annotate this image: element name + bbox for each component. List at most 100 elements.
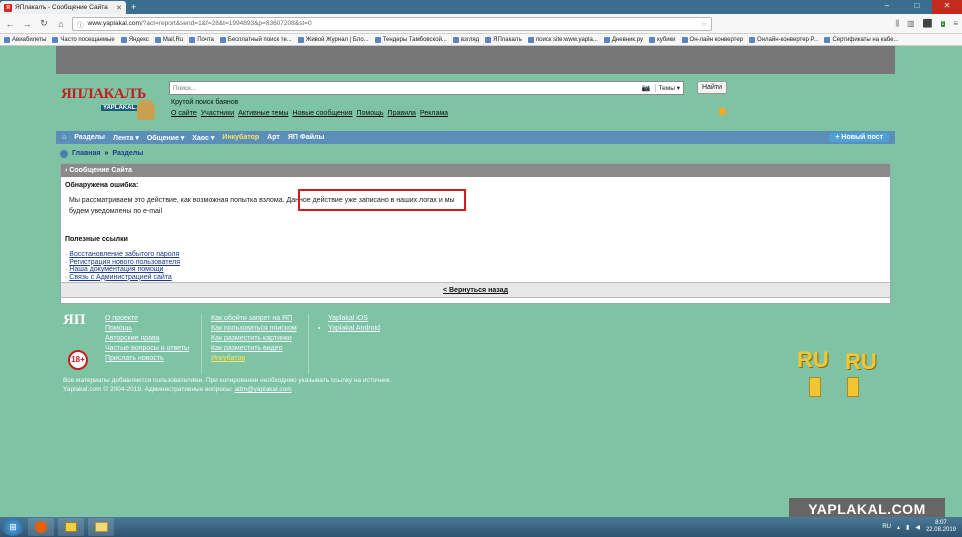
taskbar-media[interactable] (58, 518, 84, 536)
search-bar: 📷 Темы ▾ (169, 81, 684, 95)
top-link[interactable]: Активные темы (238, 110, 288, 117)
footer-link[interactable]: Как разместить видео (211, 345, 283, 352)
site-logo[interactable]: ЯПЛАКАЛЪ YAPLAKAL.COM (61, 86, 156, 122)
search-scope-select[interactable]: Темы ▾ (654, 84, 680, 92)
windows-taskbar: ⊞ RU ▴ ▮ ◀ 8:07 22.08.2019 (0, 517, 962, 537)
footer-link[interactable]: Как пользоваться поиском (211, 325, 297, 332)
language-indicator[interactable]: RU (882, 524, 891, 530)
bookmark-item[interactable]: Часто посещаемые (52, 36, 115, 43)
maximize-icon[interactable]: □ (902, 0, 932, 14)
footer-link[interactable]: Частые вопросы и ответы (105, 345, 189, 352)
bookmark-item[interactable]: ЯПлакалъ (485, 36, 522, 43)
bookmark-star-icon[interactable]: ☆ (701, 20, 707, 28)
bookmark-item[interactable]: взгляд (452, 36, 479, 43)
useful-link[interactable]: Регистрация нового пользователя (69, 259, 180, 266)
footer-link-android[interactable]: Yaplakal Android (328, 325, 380, 332)
start-button[interactable]: ⊞ (2, 518, 24, 536)
bookmark-item[interactable]: Mail.Ru (154, 36, 183, 43)
top-link[interactable]: Правила (388, 110, 416, 117)
useful-link[interactable]: Связь с Администрацией сайта (69, 274, 171, 281)
bookmark-item[interactable]: Дневник.ру (603, 36, 643, 43)
camera-icon[interactable]: 📷 (642, 84, 651, 92)
breadcrumb: Главная » Разделы (56, 147, 895, 160)
pillar-icon (847, 377, 859, 397)
bookmark-item[interactable]: Авиабилеты (4, 36, 46, 43)
footer-link-ios[interactable]: Yaplakal iOS (328, 315, 368, 322)
top-link[interactable]: Помощь (356, 110, 383, 117)
minimize-icon[interactable]: – (872, 0, 902, 14)
pillar-icon (809, 377, 821, 397)
panel-header: › Сообщение Сайта (61, 164, 890, 177)
bookmark-item[interactable]: Бесплатный поиск те... (219, 36, 292, 43)
breadcrumb-home[interactable]: Главная (72, 150, 100, 157)
bookmark-icon (681, 36, 688, 43)
taskbar-explorer[interactable] (88, 518, 114, 536)
useful-link[interactable]: Наша документация помощи (69, 266, 163, 273)
bookmark-item[interactable]: Почта (189, 36, 214, 43)
bookmark-item[interactable]: Онлайн-конвертер Р... (749, 36, 818, 43)
footer-link[interactable]: Как обойти запрет на ЯП (211, 315, 292, 322)
tab-close-icon[interactable]: ✕ (116, 4, 122, 12)
bookmark-item[interactable]: Тендеры Тамбовской... (374, 36, 447, 43)
info-icon[interactable]: ⓘ (77, 19, 84, 29)
useful-link[interactable]: Восстановление забытого пароля (69, 251, 179, 258)
library-icon[interactable]: ⫼ (895, 19, 899, 29)
nav-item[interactable]: Общение ▾ (147, 134, 184, 142)
admin-email-link[interactable]: adm@yaplakal.com (234, 386, 291, 393)
address-bar[interactable]: ⓘ www.yaplakal.com/?act=report&send=1&f=… (72, 16, 712, 31)
top-link[interactable]: О сайте (171, 110, 197, 117)
new-post-button[interactable]: + Новый пост (829, 133, 889, 142)
bookmark-icon (749, 36, 756, 43)
top-link[interactable]: Реклама (420, 110, 448, 117)
menu-icon[interactable]: ≡ (953, 19, 958, 28)
home-nav-icon[interactable]: ⌂ (62, 134, 66, 141)
nav-item[interactable]: ЯП Файлы (288, 134, 325, 141)
list-item: · Связь с Администрацией сайта (65, 273, 172, 281)
nav-item[interactable]: Лента ▾ (113, 134, 139, 142)
ru-right: RU (845, 349, 877, 374)
forward-arrow-icon[interactable]: → (21, 19, 33, 29)
reload-icon[interactable]: ↻ (38, 18, 50, 29)
bookmark-item[interactable]: Он-лайн конвертер (681, 36, 743, 43)
footer-link[interactable]: О проекте (105, 315, 138, 322)
nav-item[interactable]: Разделы (74, 134, 105, 141)
back-link[interactable]: < Вернуться назад (443, 287, 508, 294)
sidebar-icon[interactable]: ▥ (907, 19, 915, 28)
search-input[interactable] (173, 84, 642, 92)
bookmark-item[interactable]: Сертификаты на кабе... (824, 36, 899, 43)
breadcrumb-current[interactable]: Разделы (112, 150, 143, 157)
network-icon[interactable]: ▮ (906, 524, 909, 531)
close-window-icon[interactable]: ✕ (932, 0, 962, 14)
find-button[interactable]: Найти (697, 81, 727, 94)
nav-item[interactable]: Хаос ▾ (192, 134, 214, 142)
extension-icon[interactable]: ⬛ (923, 19, 933, 28)
bookmark-icon (189, 36, 196, 43)
back-arrow-icon[interactable]: ← (4, 19, 16, 29)
bookmark-item[interactable]: Яндекс (120, 36, 149, 43)
footer-link-incubator[interactable]: Инкубатор (211, 355, 245, 362)
rss-icon[interactable] (719, 108, 726, 115)
logo-text: ЯПЛАКАЛЪ (61, 86, 146, 102)
home-icon[interactable]: ⌂ (55, 19, 67, 29)
footer-link[interactable]: Авторские права (105, 335, 160, 342)
top-link[interactable]: Участники (201, 110, 234, 117)
new-tab-icon[interactable]: + (131, 2, 136, 14)
bookmark-item[interactable]: поиск site:www.yapla... (527, 36, 598, 43)
nav-item[interactable]: Арт (267, 134, 280, 141)
taskbar-firefox[interactable] (28, 518, 54, 536)
browser-tab-bar: Я ЯПлакалъ - Сообщение Сайта ✕ + – □ ✕ (0, 0, 962, 14)
tray-arrow-icon[interactable]: ▴ (897, 524, 900, 531)
footer-logo[interactable]: ЯП (63, 312, 95, 334)
clock[interactable]: 8:07 22.08.2019 (926, 520, 956, 534)
bookmarks-bar: Авиабилеты Часто посещаемые Яндекс Mail.… (0, 34, 962, 46)
bookmark-item[interactable]: Живой Журнал | Бло... (297, 36, 369, 43)
volume-icon[interactable]: ◀ (915, 524, 920, 531)
footer-link[interactable]: Помощь (105, 325, 132, 332)
top-link[interactable]: Новые сообщения (292, 110, 352, 117)
ad-banner-area (56, 46, 895, 74)
nav-item-incubator[interactable]: Инкубатор (222, 134, 259, 141)
footer-link[interactable]: Как разместить картинки (211, 335, 292, 342)
footer-link[interactable]: Прислать новость (105, 355, 164, 362)
browser-tab[interactable]: Я ЯПлакалъ - Сообщение Сайта ✕ (0, 1, 126, 14)
bookmark-item[interactable]: кубики (649, 36, 676, 43)
